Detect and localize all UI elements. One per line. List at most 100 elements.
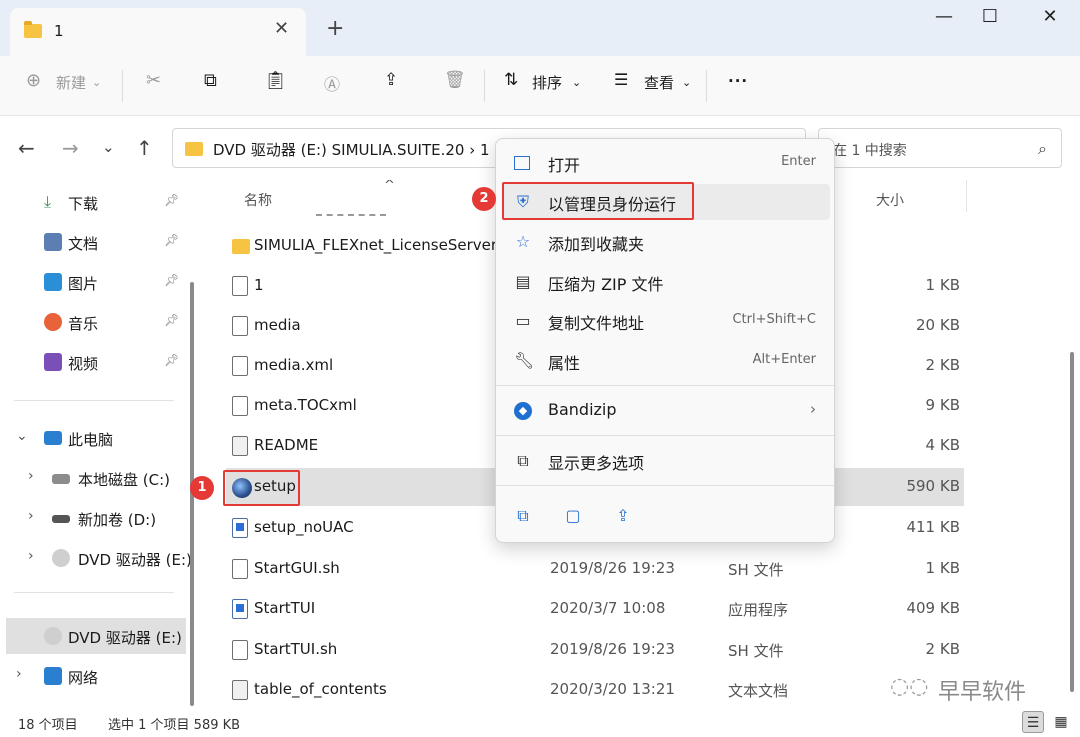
menu-shortcut: Alt+Enter [752,352,816,367]
paste-icon[interactable]: ▢ [560,503,586,529]
view-icon: ☰ [614,70,629,89]
tab-current[interactable]: 1 ✕ [10,8,306,56]
paste-icon[interactable]: 📋︎ [264,70,287,91]
up-arrow-icon[interactable]: ↑ [136,136,153,160]
file-name: StartTUI [254,599,316,617]
share-icon[interactable]: ⇪ [384,70,398,90]
search-icon[interactable]: ⌕ [1038,139,1047,159]
tiles-view-icon[interactable]: ▦ [1050,711,1072,733]
chevron-right-icon[interactable]: › [16,666,22,682]
new-tab-button[interactable]: + [326,16,344,41]
table-row[interactable]: table_of_contents 2020/3/20 13:21 文本文档 [226,670,964,710]
folder-icon [232,239,250,254]
pin-icon: 📌︎ [164,233,180,247]
sidebar-item-downloads[interactable]: ⤓ 下载 📌︎ [0,184,186,220]
more-options-button[interactable]: ··· [728,72,748,90]
sidebar-item-label: 视频 [68,355,99,373]
menu-item-properties[interactable]: 🔧︎ 属性 Alt+Enter [502,343,830,379]
minimize-button[interactable]: — [924,6,964,27]
sidebar-divider [14,400,174,401]
menu-item-open[interactable]: 打开 Enter [502,145,830,181]
sidebar-item-documents[interactable]: 文档 📌︎ [0,224,186,260]
search-input[interactable]: 在 1 中搜索 [833,140,907,160]
close-window-button[interactable]: ✕ [1030,6,1070,27]
sidebar-item-dvd[interactable]: › DVD 驱动器 (E:) [0,540,192,576]
back-arrow-icon[interactable]: ← [18,136,35,160]
rename-icon[interactable]: Ⓐ [324,71,340,95]
menu-item-compress-zip[interactable]: ▤ 压缩为 ZIP 文件 [502,264,830,300]
toolbar-divider [484,70,485,102]
copy-icon[interactable]: ⧉ [204,70,217,91]
table-row[interactable]: StartTUI 2020/3/7 10:08 应用程序 409 KB [226,589,964,629]
sidebar-item-videos[interactable]: 视频 📌︎ [0,344,186,380]
chevron-right-icon[interactable]: › [28,508,34,524]
sort-button[interactable]: 排序 [532,72,562,93]
chevron-down-icon: ⌄ [572,76,582,89]
table-row[interactable]: StartTUI.sh 2019/8/26 19:23 SH 文件 2 KB [226,630,964,670]
navigation-pane: ⤓ 下载 📌︎ 文档 📌︎ 图片 📌︎ 音乐 📌︎ 视频 📌︎ ⌄ 此电脑 › … [0,180,192,710]
chevron-down-icon[interactable]: ⌄ [16,428,28,444]
maximize-button[interactable]: ☐ [970,6,1010,27]
file-icon [232,396,248,416]
wechat-icon: ◌◌ [890,674,929,699]
forward-arrow-icon[interactable]: → [62,136,79,160]
menu-item-more-options[interactable]: ⧉ 显示更多选项 [502,443,830,479]
details-view-icon[interactable]: ☰ [1022,711,1044,733]
file-size: 4 KB [925,436,960,454]
sidebar-item-network[interactable]: › 网络 [0,658,186,694]
share-icon[interactable]: ⇪ [610,503,636,529]
cut-icon[interactable]: ✂ [146,70,161,91]
folder-icon [185,142,203,156]
search-box[interactable]: 在 1 中搜索 ⌕ [818,128,1062,168]
drive-c-icon [52,474,70,484]
step-badge-1: 1 [190,476,214,500]
menu-item-copy-path[interactable]: ▭ 复制文件地址 Ctrl+Shift+C [502,303,830,339]
bandizip-icon: ◆ [514,402,532,420]
menu-item-label: 压缩为 ZIP 文件 [548,275,664,294]
file-name: media [254,316,301,334]
chevron-down-icon: ⌄ [682,76,692,89]
chevron-right-icon[interactable]: › [28,548,34,564]
status-bar: 18 个项目 选中 1 个项目 589 KB ☰ ▦ [0,708,1080,737]
sidebar-item-label: 新加卷 (D:) [78,511,157,529]
file-type: SH 文件 [728,642,784,660]
column-header-size[interactable]: 大小 [876,190,904,210]
sidebar-item-dvd-selected[interactable]: DVD 驱动器 (E:) S [6,618,186,654]
sidebar-item-pictures[interactable]: 图片 📌︎ [0,264,186,300]
file-name: setup_noUAC [254,518,354,536]
file-size: 1 KB [925,276,960,294]
file-icon [232,640,248,660]
title-bar: 1 ✕ + — ☐ ✕ [0,0,1080,56]
new-icon: ⊕ [26,70,42,91]
highlight-run-admin-box [502,182,694,220]
text-file-icon [232,680,248,700]
sidebar-item-music[interactable]: 音乐 📌︎ [0,304,186,340]
sidebar-item-drive-c[interactable]: › 本地磁盘 (C:) [0,460,186,496]
file-name: 1 [254,276,264,294]
copy-icon[interactable]: ⧉ [510,503,536,529]
tab-close-icon[interactable]: ✕ [274,18,289,39]
partial-row-edge [316,214,386,216]
file-size: 2 KB [925,356,960,374]
new-button[interactable]: 新建 [56,72,86,93]
file-name: SIMULIA_FLEXnet_LicenseServer [254,236,498,254]
sidebar-item-drive-d[interactable]: › 新加卷 (D:) [0,500,186,536]
recent-locations-icon[interactable]: ⌄ [102,138,115,156]
sidebar-item-label: 下载 [68,195,99,213]
menu-item-label: Bandizip [548,400,617,419]
address-path[interactable]: DVD 驱动器 (E:) SIMULIA.SUITE.20 › 1 [213,139,490,160]
table-row[interactable]: StartGUI.sh 2019/8/26 19:23 SH 文件 1 KB [226,549,964,589]
file-list-scrollbar[interactable] [1070,352,1074,692]
download-icon: ⤓ [44,192,52,211]
watermark-text: 早早软件 [938,680,1027,705]
sidebar-item-this-pc[interactable]: ⌄ 此电脑 [0,420,186,456]
menu-item-bandizip[interactable]: ◆ Bandizip › [502,393,830,429]
menu-item-label: 显示更多选项 [548,454,645,473]
sidebar-item-label: 音乐 [68,315,99,333]
chevron-right-icon[interactable]: › [28,468,34,484]
column-header-name[interactable]: 名称 [244,190,272,210]
menu-item-add-favorite[interactable]: ☆ 添加到收藏夹 [502,224,830,260]
delete-icon[interactable]: 🗑︎ [444,70,466,90]
view-button[interactable]: 查看 [644,72,674,93]
file-gear-icon [232,316,248,336]
